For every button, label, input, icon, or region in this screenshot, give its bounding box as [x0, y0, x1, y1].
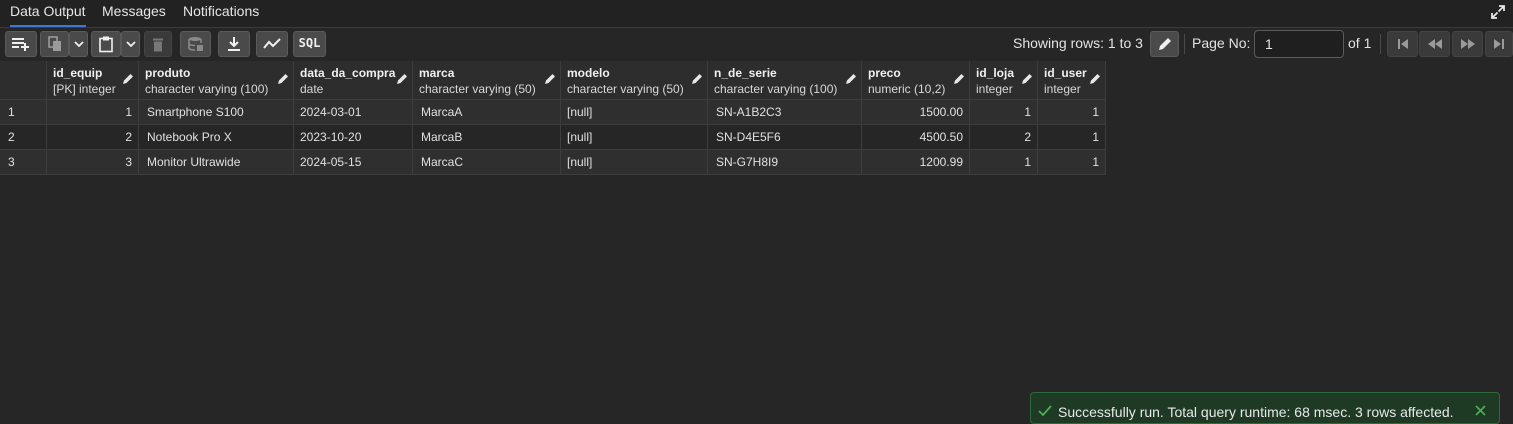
table-cell[interactable]: Smartphone S100 [139, 100, 294, 125]
edit-rows-icon [1158, 38, 1171, 50]
next-page-icon [1460, 39, 1475, 49]
tab-messages[interactable]: Messages [102, 0, 166, 27]
last-page-button[interactable] [1485, 31, 1513, 57]
column-header-id-loja[interactable]: id_loja integer [970, 61, 1038, 100]
table-cell[interactable]: 1 [47, 100, 139, 125]
table-cell[interactable]: 1500.00 [862, 100, 970, 125]
table-cell[interactable]: 4500.50 [862, 125, 970, 150]
download-icon [228, 37, 240, 51]
sql-button[interactable]: SQL [293, 31, 326, 57]
edit-icon[interactable] [1021, 73, 1033, 85]
table-cell[interactable]: 1 [970, 100, 1038, 125]
table-cell[interactable]: Notebook Pro X [139, 125, 294, 150]
toolbar-separator [1184, 34, 1185, 54]
paste-button[interactable] [91, 31, 121, 57]
edit-icon[interactable] [953, 73, 965, 85]
column-header-data-da-compra[interactable]: data_da_compra date [294, 61, 413, 100]
table-cell[interactable]: MarcaB [413, 125, 561, 150]
download-button[interactable] [218, 31, 250, 57]
row-number-header [0, 61, 47, 100]
table-cell[interactable]: 3 [47, 150, 139, 175]
table-cell[interactable]: 1 [970, 150, 1038, 175]
copy-options-chevron-icon [73, 41, 84, 47]
paste-options-button[interactable] [121, 31, 140, 57]
edit-icon[interactable] [396, 73, 408, 85]
table-cell[interactable]: [null] [561, 100, 708, 125]
delete-button[interactable] [144, 31, 172, 57]
toast-message: Successfully run. Total query runtime: 6… [1058, 404, 1454, 420]
row-number[interactable]: 1 [0, 100, 47, 125]
next-page-button[interactable] [1452, 31, 1483, 57]
column-header-produto[interactable]: produto character varying (100) [139, 61, 294, 100]
table-cell[interactable]: 2 [47, 125, 139, 150]
data-toolbar: SQL Showing rows: 1 to 3 Page No: of 1 [0, 28, 1513, 61]
save-data-button[interactable] [180, 31, 211, 57]
table-cell[interactable]: SN-A1B2C3 [708, 100, 862, 125]
edit-icon[interactable] [1089, 73, 1101, 85]
graph-visualiser-icon [263, 38, 281, 49]
expand-icon[interactable] [1490, 4, 1506, 20]
first-page-icon [1397, 39, 1408, 49]
result-tabs-bar: Data Output Messages Notifications [0, 0, 1513, 28]
column-header-n-de-serie[interactable]: n_de_serie character varying (100) [708, 61, 862, 100]
edit-icon[interactable] [544, 73, 556, 85]
table-cell[interactable]: [null] [561, 150, 708, 175]
row-number[interactable]: 3 [0, 150, 47, 175]
table-cell[interactable]: MarcaA [413, 100, 561, 125]
row-number[interactable]: 2 [0, 125, 47, 150]
table-cell[interactable]: 2023-10-20 [294, 125, 413, 150]
table-cell[interactable]: 2024-03-01 [294, 100, 413, 125]
check-icon [1038, 405, 1052, 416]
page-label: Page No: [1192, 35, 1251, 51]
sql-icon: SQL [298, 36, 321, 50]
column-header-id-user[interactable]: id_user integer [1038, 61, 1106, 100]
paste-options-chevron-icon [125, 41, 136, 47]
column-header-modelo[interactable]: modelo character varying (50) [561, 61, 708, 100]
graph-visualiser-button[interactable] [256, 31, 288, 57]
delete-icon [153, 38, 163, 52]
table-cell[interactable]: [null] [561, 125, 708, 150]
copy-options-button[interactable] [69, 31, 88, 57]
table-cell[interactable]: 1200.99 [862, 150, 970, 175]
edit-icon[interactable] [277, 73, 289, 85]
rows-info: Showing rows: 1 to 3 [1013, 35, 1143, 51]
add-row-button[interactable] [5, 31, 37, 57]
edit-rows-button[interactable] [1150, 31, 1179, 57]
column-header-id-equip[interactable]: id_equip [PK] integer [47, 61, 139, 100]
table-cell[interactable]: SN-D4E5F6 [708, 125, 862, 150]
column-header-marca[interactable]: marca character varying (50) [413, 61, 561, 100]
table-cell[interactable]: Monitor Ultrawide [139, 150, 294, 175]
save-data-icon [187, 37, 203, 51]
column-header-preco[interactable]: preco numeric (10,2) [862, 61, 970, 100]
table-cell[interactable]: 2 [970, 125, 1038, 150]
close-icon[interactable] [1475, 405, 1486, 416]
table-cell[interactable]: 1 [1038, 150, 1106, 175]
first-page-button[interactable] [1387, 31, 1418, 57]
edit-icon[interactable] [845, 73, 857, 85]
edit-icon[interactable] [122, 73, 134, 85]
table-cell[interactable]: SN-G7H8I9 [708, 150, 862, 175]
toolbar-separator [1380, 34, 1381, 54]
table-cell[interactable]: MarcaC [413, 150, 561, 175]
copy-icon [47, 36, 61, 51]
tab-notifications[interactable]: Notifications [183, 0, 259, 27]
page-number-input[interactable] [1254, 30, 1344, 58]
prev-page-icon [1427, 39, 1442, 49]
tab-data-output[interactable]: Data Output [10, 0, 86, 27]
copy-button[interactable] [40, 31, 69, 57]
page-of-label: of 1 [1348, 35, 1372, 51]
add-row-icon [12, 38, 29, 51]
table-cell[interactable]: 1 [1038, 125, 1106, 150]
table-cell[interactable]: 2024-05-15 [294, 150, 413, 175]
success-toast: Successfully run. Total query runtime: 6… [1030, 392, 1500, 424]
paste-icon [99, 36, 113, 53]
prev-page-button[interactable] [1419, 31, 1450, 57]
last-page-icon [1494, 39, 1504, 49]
table-cell[interactable]: 1 [1038, 100, 1106, 125]
edit-icon[interactable] [691, 73, 703, 85]
